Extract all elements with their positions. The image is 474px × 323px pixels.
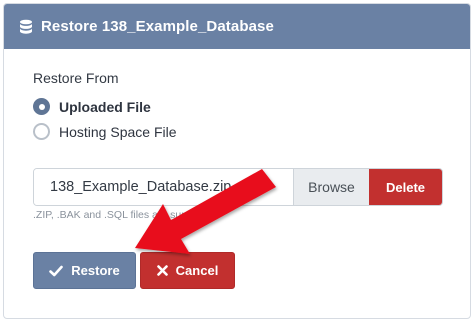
cancel-button-label: Cancel	[175, 263, 219, 278]
restore-from-label: Restore From	[33, 70, 119, 86]
radio-button-checked[interactable]	[33, 98, 50, 115]
check-icon	[49, 265, 64, 277]
restore-button-label: Restore	[71, 263, 120, 278]
file-type-hint: .ZIP, .BAK and .SQL files are supported	[33, 209, 217, 221]
radio-label-uploaded-file: Uploaded File	[59, 98, 151, 115]
file-name-field[interactable]: 138_Example_Database.zip	[34, 169, 293, 205]
close-icon	[156, 265, 168, 276]
cancel-button[interactable]: Cancel	[140, 252, 235, 289]
browse-button[interactable]: Browse	[293, 169, 369, 205]
dialog-title: Restore 138_Example_Database	[41, 18, 274, 35]
dialog-header: Restore 138_Example_Database	[4, 4, 470, 49]
radio-uploaded-file[interactable]: Uploaded File	[33, 98, 151, 115]
radio-label-hosting-space-file: Hosting Space File	[59, 123, 177, 140]
radio-button-unchecked[interactable]	[33, 123, 50, 140]
restore-database-dialog: Restore 138_Example_Database Restore Fro…	[3, 3, 471, 319]
delete-button[interactable]: Delete	[369, 169, 442, 205]
restore-button[interactable]: Restore	[33, 252, 136, 289]
database-icon	[19, 19, 33, 35]
radio-hosting-space-file[interactable]: Hosting Space File	[33, 123, 177, 140]
file-input-group: 138_Example_Database.zip Browse Delete	[33, 168, 443, 206]
